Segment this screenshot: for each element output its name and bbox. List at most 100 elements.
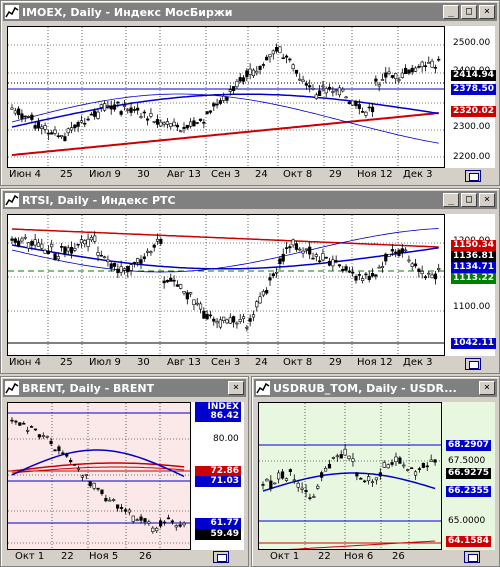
candle-body bbox=[400, 72, 404, 79]
minimize-button[interactable]: _ bbox=[443, 193, 459, 207]
candle-body bbox=[361, 278, 365, 281]
imoex-y-axis: 2500.00 2400.00 2300.00 2200.00 2414.94 … bbox=[445, 26, 496, 168]
usdrub-plot[interactable] bbox=[258, 402, 442, 550]
x-tick-label: 22 bbox=[318, 551, 331, 562]
candle-body bbox=[248, 68, 252, 75]
candle-body bbox=[413, 471, 418, 476]
imoex-plot[interactable] bbox=[7, 26, 445, 168]
x-tick-label: Сен 3 bbox=[211, 357, 241, 368]
imoex-titlebar[interactable]: IMOEX, Daily - Индекс МосБиржи _ □ × bbox=[3, 3, 497, 21]
candle-body bbox=[96, 252, 100, 256]
y-tick-label: 2500.00 bbox=[453, 38, 491, 48]
candle-body bbox=[271, 50, 275, 55]
candle-body bbox=[26, 242, 31, 249]
rtsi-titlebar[interactable]: RTSI, Daily - Индекс РТС _ □ × bbox=[3, 191, 497, 209]
candle-body bbox=[374, 477, 379, 481]
close-button[interactable]: × bbox=[479, 5, 495, 19]
rtsi-window[interactable]: RTSI, Daily - Индекс РТС _ □ × 1200.00 1… bbox=[0, 188, 500, 374]
candle-body bbox=[123, 509, 128, 512]
candle-body bbox=[394, 251, 398, 254]
candle-body bbox=[41, 435, 45, 437]
candle-body bbox=[14, 420, 18, 423]
maximize-button[interactable]: □ bbox=[461, 5, 477, 19]
price-box-ma-blue: 66.2355 bbox=[446, 486, 491, 497]
candle-body bbox=[202, 121, 206, 124]
scroll-to-end-button[interactable] bbox=[213, 551, 229, 563]
candle-body bbox=[344, 96, 348, 99]
candle-body bbox=[258, 296, 262, 304]
brent-window[interactable]: BRENT, Daily - BRENT × INDEX 86.42 80.00… bbox=[0, 376, 249, 567]
candle-body bbox=[57, 446, 61, 452]
candle-body bbox=[89, 237, 93, 241]
candle-body bbox=[162, 122, 166, 125]
candle-body bbox=[298, 248, 302, 251]
candle-body bbox=[139, 259, 143, 264]
candle-body bbox=[112, 104, 117, 110]
candle-body bbox=[308, 85, 312, 88]
candle-body bbox=[382, 462, 386, 468]
candle-body bbox=[292, 479, 296, 482]
price-box-ma-blue: 71.03 bbox=[195, 476, 241, 487]
candle-body bbox=[132, 109, 136, 111]
candle-body bbox=[413, 67, 418, 72]
candle-body bbox=[155, 119, 160, 125]
rtsi-y-axis: 1200.00 1100.00 1150.34 1136.81 1134.71 … bbox=[445, 214, 496, 356]
candle-body bbox=[66, 128, 70, 134]
candle-body bbox=[281, 253, 285, 262]
scroll-to-end-button[interactable] bbox=[465, 358, 481, 370]
candle-body bbox=[341, 268, 345, 271]
candle-body bbox=[92, 482, 96, 489]
scroll-to-end-button[interactable] bbox=[465, 170, 481, 182]
candle-body bbox=[404, 249, 408, 252]
candle-body bbox=[327, 86, 332, 90]
usdrub-titlebar[interactable]: USDRUB_TOM, Daily - USDR... × bbox=[254, 379, 497, 397]
candle-body bbox=[397, 79, 401, 81]
candle-body bbox=[45, 435, 49, 438]
candle-body bbox=[20, 113, 24, 119]
usdrub-window[interactable]: USDRUB_TOM, Daily - USDR... × 68.2907 67… bbox=[251, 376, 500, 567]
close-button[interactable]: × bbox=[479, 193, 495, 207]
price-box-ma-green: 1113.22 bbox=[451, 273, 496, 284]
candle-body bbox=[49, 440, 53, 445]
candle-body bbox=[284, 478, 289, 481]
chart-icon bbox=[256, 381, 270, 395]
candle-body bbox=[298, 78, 302, 81]
rtsi-plot[interactable] bbox=[7, 214, 445, 356]
candle-body bbox=[152, 120, 156, 123]
close-button[interactable]: × bbox=[228, 381, 244, 395]
candle-body bbox=[327, 260, 332, 266]
candle-body bbox=[265, 56, 269, 61]
candle-body bbox=[182, 291, 186, 294]
candle-body bbox=[50, 243, 54, 248]
candle-body bbox=[116, 504, 120, 509]
candle-body bbox=[364, 273, 368, 276]
x-tick-label: Дек 3 bbox=[403, 169, 433, 180]
close-button[interactable]: × bbox=[479, 381, 495, 395]
candle-body bbox=[60, 246, 64, 248]
candle-body bbox=[170, 520, 174, 523]
maximize-button[interactable]: □ bbox=[461, 193, 477, 207]
candle-body bbox=[278, 46, 282, 54]
x-tick-label: 30 bbox=[137, 169, 150, 180]
candle-body bbox=[304, 248, 308, 251]
candle-body bbox=[73, 124, 77, 129]
rtsi-x-axis: Июн 4 25 Июл 9 30 Авг 13 Сен 3 24 Окт 8 … bbox=[7, 356, 445, 371]
imoex-window[interactable]: IMOEX, Daily - Индекс МосБиржи _ □ × 250… bbox=[0, 0, 500, 186]
candle-body bbox=[351, 100, 355, 106]
window-title: RTSI, Daily - Индекс РТС bbox=[22, 193, 176, 207]
candle-body bbox=[119, 266, 123, 273]
candle-body bbox=[53, 449, 57, 452]
candle-body bbox=[86, 118, 90, 121]
candle-body bbox=[370, 106, 375, 113]
candle-body bbox=[169, 123, 173, 128]
scroll-to-end-button[interactable] bbox=[464, 551, 480, 563]
candle-body bbox=[83, 122, 87, 125]
usdrub-chart-svg bbox=[259, 403, 441, 549]
candle-body bbox=[40, 126, 44, 129]
minimize-button[interactable]: _ bbox=[443, 5, 459, 19]
candle-body bbox=[347, 455, 351, 459]
brent-titlebar[interactable]: BRENT, Daily - BRENT × bbox=[3, 379, 246, 397]
candle-body bbox=[23, 115, 27, 118]
brent-plot[interactable] bbox=[7, 402, 191, 550]
x-tick-label: Июн 4 bbox=[9, 169, 41, 180]
